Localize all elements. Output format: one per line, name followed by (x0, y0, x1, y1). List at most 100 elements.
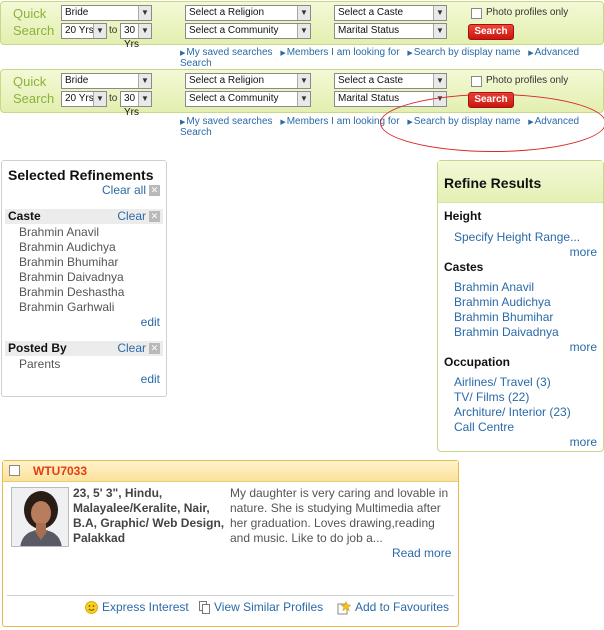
refinement-item: Brahmin Bhumihar (19, 255, 119, 269)
to-label: to (109, 25, 118, 36)
photo-only-label: Photo profiles only (486, 7, 569, 18)
card-divider (7, 595, 454, 596)
smiley-icon (85, 601, 98, 615)
saved-searches-link[interactable]: ▶My saved searches (180, 116, 273, 127)
caste-filter-link[interactable]: Brahmin Anavil (454, 280, 534, 294)
religion-select[interactable]: Select a Religion ▼ (185, 73, 311, 89)
express-interest-button[interactable]: Express Interest (85, 600, 189, 615)
chevron-down-icon: ▼ (138, 92, 151, 106)
bride-groom-select[interactable]: Bride ▼ (61, 5, 152, 21)
height-section-label: Height (444, 209, 482, 223)
community-select[interactable]: Select a Community ▼ (185, 23, 311, 39)
arrow-right-icon: ▶ (180, 119, 186, 126)
chevron-down-icon: ▼ (138, 24, 151, 38)
age-from-select[interactable]: 20 Yrs ▼ (61, 23, 107, 39)
caste-refinement-header: Caste Clear ✕ (5, 209, 163, 224)
quick-search-bar: Quick Search Bride ▼ 20 Yrs ▼ to 30 Yrs ▼ S… (0, 1, 604, 50)
religion-select[interactable]: Select a Religion ▼ (185, 5, 311, 21)
chevron-down-icon: ▼ (297, 6, 310, 20)
refine-results-panel: Refine Results Height Specify Height Ran… (437, 160, 604, 452)
profile-card-header: WTU7033 (3, 461, 458, 482)
refinement-item: Brahmin Daivadnya (19, 270, 124, 284)
chevron-down-icon: ▼ (297, 24, 310, 38)
profile-select-checkbox[interactable] (9, 465, 20, 476)
quick-search-title: Quick Search (13, 74, 55, 106)
refinement-item: Parents (19, 357, 61, 371)
chevron-down-icon: ▼ (138, 74, 151, 88)
more-occupation-link[interactable]: more (570, 435, 597, 449)
occupation-filter-link[interactable]: Architure/ Interior (23) (454, 405, 571, 419)
view-similar-profiles-button[interactable]: View Similar Profiles (199, 600, 323, 615)
refinement-item: Brahmin Garhwali (19, 300, 115, 314)
close-icon: ✕ (149, 211, 160, 223)
edit-caste-link[interactable]: edit (141, 315, 160, 329)
more-height-link[interactable]: more (570, 245, 597, 259)
profile-description: My daughter is very caring and lovable i… (230, 486, 449, 545)
photo-only-checkbox[interactable] (471, 8, 482, 19)
refinement-item: Brahmin Deshastha (19, 285, 125, 299)
clear-all-link[interactable]: Clear all ✕ (102, 183, 160, 197)
favourite-star-icon (337, 600, 351, 615)
edit-posted-by-link[interactable]: edit (141, 372, 160, 386)
marital-status-select[interactable]: Marital Status ▼ (334, 23, 447, 39)
specify-height-link[interactable]: Specify Height Range... (454, 230, 580, 244)
selected-refinements-panel: Selected Refinements Clear all ✕ Caste Cl… (1, 160, 167, 397)
occupation-filter-link[interactable]: TV/ Films (22) (454, 390, 529, 404)
photo-only-label: Photo profiles only (486, 75, 569, 86)
close-icon: ✕ (149, 185, 160, 197)
quick-links: ▶My saved searches ▶Members I am looking… (180, 47, 604, 69)
arrow-right-icon: ▶ (280, 50, 286, 57)
caste-filter-link[interactable]: Brahmin Daivadnya (454, 325, 559, 339)
caste-select[interactable]: Select a Caste ▼ (334, 73, 447, 89)
chevron-down-icon: ▼ (433, 6, 446, 20)
occupation-section-label: Occupation (444, 355, 511, 369)
caste-filter-link[interactable]: Brahmin Bhumihar (454, 310, 553, 324)
chevron-down-icon: ▼ (297, 92, 310, 106)
occupation-filter-link[interactable]: Call Centre (454, 420, 514, 434)
arrow-right-icon: ▶ (528, 50, 534, 57)
profile-photo[interactable] (11, 487, 69, 547)
chevron-down-icon: ▼ (138, 6, 151, 20)
profile-id[interactable]: WTU7033 (33, 464, 87, 478)
refinement-item: Brahmin Anavil (19, 225, 100, 239)
refinement-item: Brahmin Audichya (19, 240, 116, 254)
chevron-down-icon: ▼ (93, 24, 106, 38)
close-icon: ✕ (149, 343, 160, 355)
profile-card: WTU7033 23, 5' 3", Hindu, Malayalee/Kera… (2, 460, 459, 627)
profile-stats: 23, 5' 3", Hindu, Malayalee/Keralite, Na… (73, 486, 225, 545)
add-to-favourites-button[interactable]: Add to Favourites (337, 600, 449, 615)
quick-search-title: Quick Search (13, 6, 55, 38)
community-select[interactable]: Select a Community ▼ (185, 91, 311, 107)
more-castes-link[interactable]: more (570, 340, 597, 354)
chevron-down-icon: ▼ (433, 24, 446, 38)
age-from-select[interactable]: 20 Yrs ▼ (61, 91, 107, 107)
posted-by-refinement-header: Posted By Clear ✕ (5, 341, 163, 356)
to-label: to (109, 93, 118, 104)
highlight-oval (380, 94, 604, 152)
document-icon (199, 601, 210, 615)
arrow-right-icon: ▶ (180, 50, 186, 57)
chevron-down-icon: ▼ (297, 74, 310, 88)
search-button[interactable]: Search (468, 24, 514, 40)
caste-select[interactable]: Select a Caste ▼ (334, 5, 447, 21)
read-more-link[interactable]: Read more (392, 546, 451, 560)
castes-section-label: Castes (444, 260, 484, 274)
clear-caste-link[interactable]: Clear ✕ (117, 209, 160, 224)
age-to-select[interactable]: 30 Yrs ▼ (120, 91, 152, 118)
profile-photo-image (12, 488, 68, 546)
arrow-right-icon: ▶ (407, 50, 413, 57)
age-to-select[interactable]: 30 Yrs ▼ (120, 23, 152, 50)
refine-results-title: Refine Results (444, 175, 542, 191)
arrow-right-icon: ▶ (280, 119, 286, 126)
selected-refinements-title: Selected Refinements (8, 167, 154, 183)
caste-filter-link[interactable]: Brahmin Audichya (454, 295, 551, 309)
search-by-display-name-link[interactable]: ▶Search by display name (407, 47, 520, 58)
photo-only-checkbox[interactable] (471, 76, 482, 87)
refine-results-header: Refine Results (438, 161, 603, 203)
bride-groom-select[interactable]: Bride ▼ (61, 73, 152, 89)
members-looking-for-link[interactable]: ▶Members I am looking for (280, 47, 399, 58)
clear-posted-by-link[interactable]: Clear ✕ (117, 341, 160, 356)
chevron-down-icon: ▼ (433, 74, 446, 88)
saved-searches-link[interactable]: ▶My saved searches (180, 47, 273, 58)
occupation-filter-link[interactable]: Airlines/ Travel (3) (454, 375, 551, 389)
